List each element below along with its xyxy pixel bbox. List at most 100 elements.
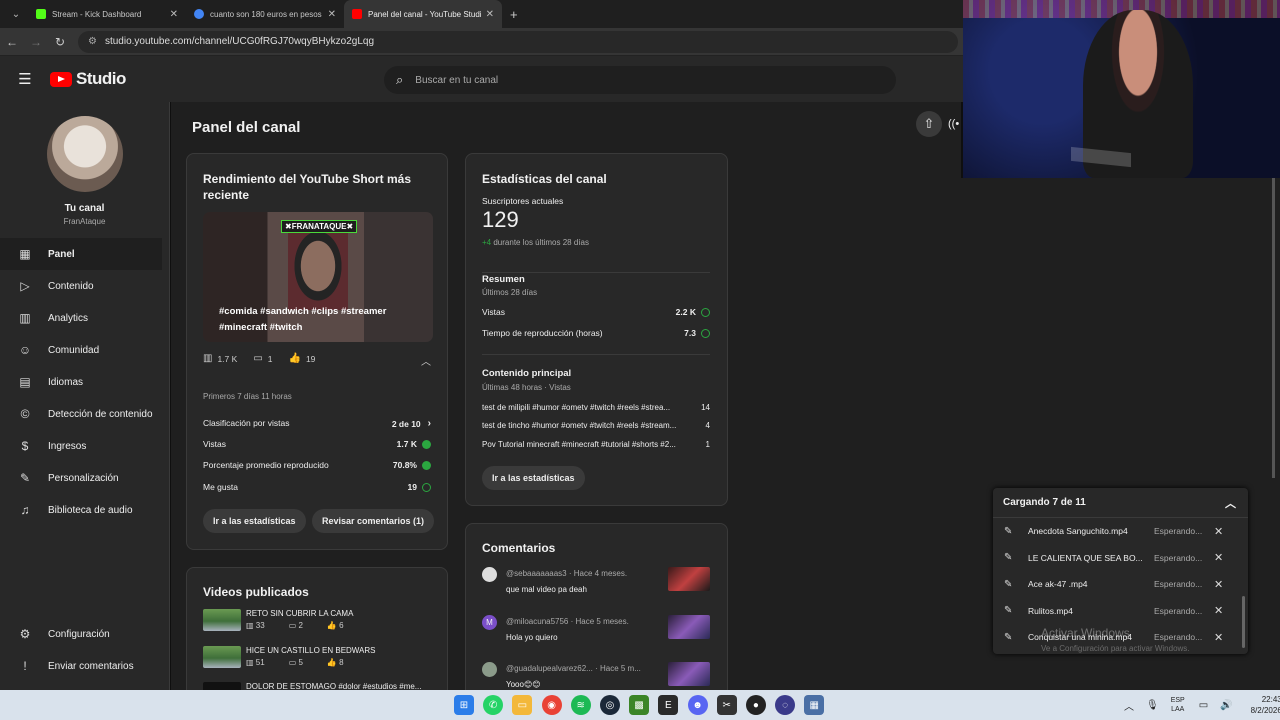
sidebar-item-panel[interactable]: ▦ Panel xyxy=(0,238,162,270)
avatar xyxy=(482,567,497,582)
top-content-title: Contenido principal xyxy=(482,368,572,379)
channel-avatar[interactable] xyxy=(47,116,123,192)
forward-arrow-icon[interactable]: → xyxy=(24,35,48,49)
short-thumbnail[interactable]: ✖FRANATAQUE✖ #comida #sandwich #clips #s… xyxy=(203,212,433,342)
comment-item[interactable]: M @miloacuna5756 · Hace 5 meses. Hola yo… xyxy=(482,615,712,649)
comment-item[interactable]: @sebaaaaaaas3 · Hace 4 meses. que mal vi… xyxy=(482,567,712,601)
edit-icon[interactable]: ✎ xyxy=(1004,526,1016,537)
browser-tab-google[interactable]: cuanto son 180 euros en pesos ✕ xyxy=(186,0,344,28)
upload-item[interactable]: ✎ Rulitos.mp4 Esperando... ✕ xyxy=(993,598,1248,625)
tab-search-button[interactable]: ⌄ xyxy=(4,4,28,24)
close-tab-icon[interactable]: ✕ xyxy=(170,9,178,20)
sidebar-item-enviar[interactable]: ! Enviar comentarios xyxy=(0,650,170,682)
subscribers-value: 129 xyxy=(482,207,519,232)
collapse-chevron-icon[interactable]: ︿ xyxy=(421,353,431,368)
spotify-icon[interactable]: ≋ xyxy=(570,695,591,715)
whatsapp-icon[interactable]: ✆ xyxy=(483,695,504,715)
sidebar: Tu canal FranAtaque ▦ Panel ▷ Contenido ▥ Ana… xyxy=(0,102,170,690)
card-title: Estadísticas del canal xyxy=(482,172,607,186)
ranking-row[interactable]: Clasificación por vistas 2 de 10 › xyxy=(203,418,431,429)
upload-panel-header[interactable]: Cargando 7 de 11 ︿ xyxy=(993,488,1248,518)
search-input[interactable]: ⌕ Buscar en tu canal xyxy=(384,66,896,94)
sidebar-item-analytics[interactable]: ▥ Analytics xyxy=(0,302,169,334)
row-label: Vistas xyxy=(203,439,226,449)
microphone-icon[interactable]: 🎙 xyxy=(1146,700,1159,711)
upload-icon[interactable]: ⇧ xyxy=(916,111,942,137)
upload-list-scrollbar[interactable] xyxy=(1242,596,1245,648)
go-to-analytics-button[interactable]: Ir a las estadísticas xyxy=(203,509,306,533)
go-live-icon[interactable]: ((• xyxy=(948,111,962,137)
app-icon[interactable]: ◌ xyxy=(775,695,796,715)
new-tab-icon[interactable]: + xyxy=(510,7,518,22)
reload-icon[interactable]: ↻ xyxy=(48,35,72,49)
sidebar-item-contenido[interactable]: ▷ Contenido xyxy=(0,270,169,302)
sidebar-item-personalización[interactable]: ✎ Personalización xyxy=(0,462,169,494)
review-comments-button[interactable]: Revisar comentarios (1) xyxy=(312,509,435,533)
edit-icon[interactable]: ✎ xyxy=(1004,579,1016,590)
close-icon[interactable]: ✕ xyxy=(1214,525,1223,538)
sidebar-item-configuración[interactable]: ⚙ Configuración xyxy=(0,618,170,650)
close-tab-icon[interactable]: ✕ xyxy=(328,9,336,20)
close-icon[interactable]: ✕ xyxy=(1214,604,1223,617)
capcut-icon[interactable]: ✂ xyxy=(716,695,737,715)
close-tab-icon[interactable]: ✕ xyxy=(486,9,494,20)
close-icon[interactable]: ✕ xyxy=(1214,631,1223,644)
sidebar-item-label: Analytics xyxy=(48,312,89,324)
clock[interactable]: 22:43 8/2/2026 xyxy=(1251,694,1280,716)
subscribers-delta-row: +4 durante los últimos 28 días xyxy=(482,238,589,247)
list-item[interactable]: RETO SIN CUBRIR LA CAMA ▥ 33 ▭ 2 👍 6 xyxy=(203,609,368,631)
language-indicator[interactable]: ESP LAA xyxy=(1171,696,1185,714)
sidebar-item-biblioteca[interactable]: ♫ Biblioteca de audio xyxy=(0,494,169,526)
close-icon[interactable]: ✕ xyxy=(1214,578,1223,591)
discord-icon[interactable]: ☻ xyxy=(687,695,708,715)
list-item[interactable]: DOLOR DE ESTOMAGO #dolor #estudios #me..… xyxy=(203,682,421,690)
epic-games-icon[interactable]: E xyxy=(658,695,679,715)
edit-icon[interactable]: ✎ xyxy=(1004,605,1016,616)
edit-icon[interactable]: ✎ xyxy=(1004,632,1016,643)
sidebar-item-detección[interactable]: © Detección de contenido xyxy=(0,398,169,430)
obs-icon[interactable]: ● xyxy=(745,695,766,715)
go-to-analytics-button[interactable]: Ir a las estadísticas xyxy=(482,466,585,490)
upload-item[interactable]: ✎ Anecdota Sanguchito.mp4 Esperando... ✕ xyxy=(993,518,1248,545)
network-icon[interactable]: ▭ xyxy=(1199,700,1208,711)
table-row[interactable]: test de tincho #humor #ometv #twitch #re… xyxy=(482,421,710,430)
edit-icon[interactable]: ✎ xyxy=(1004,552,1016,563)
card-title: Rendimiento del YouTube Short más recien… xyxy=(203,172,412,202)
minecraft-icon[interactable]: ▩ xyxy=(629,695,650,715)
sidebar-item-label: Ingresos xyxy=(48,440,87,452)
chevron-up-icon[interactable]: ︿ xyxy=(1124,698,1134,713)
close-icon[interactable]: ✕ xyxy=(1214,551,1223,564)
collapse-chevron-icon[interactable]: ︿ xyxy=(1225,495,1236,511)
period-label: Primeros 7 días 11 horas xyxy=(203,392,292,401)
browser-tab-youtube-studio[interactable]: Panel del canal - YouTube Studio ✕ xyxy=(344,0,502,28)
sidebar-item-label: Enviar comentarios xyxy=(48,660,134,672)
upload-item[interactable]: ✎ Ace ak-47 .mp4 Esperando... ✕ xyxy=(993,571,1248,598)
menu-icon[interactable]: ☰ xyxy=(0,70,50,88)
table-row[interactable]: Pov Tutorial minecraft #minecraft #tutor… xyxy=(482,440,710,449)
page-scrollbar[interactable] xyxy=(1272,178,1275,478)
search-icon: ⌕ xyxy=(396,72,404,87)
comment-item[interactable]: @guadalupealvarez62... · Hace 5 m... Yoo… xyxy=(482,662,712,690)
sidebar-item-ingresos[interactable]: $ Ingresos xyxy=(0,430,169,462)
studio-logo[interactable]: Studio xyxy=(50,69,126,89)
calculator-icon[interactable]: ▦ xyxy=(804,695,825,715)
list-item[interactable]: HICE UN CASTILLO EN BEDWARS ▥ 51 ▭ 5 👍 8 xyxy=(203,646,376,668)
youtube-favicon-icon xyxy=(352,9,362,19)
upload-item[interactable]: ✎ LE CALIENTA QUE SEA BO... Esperando... ✕ xyxy=(993,545,1248,572)
file-explorer-icon[interactable]: ▭ xyxy=(512,695,533,715)
windows-start-icon[interactable]: ⊞ xyxy=(454,695,474,715)
likes-value: 8 xyxy=(339,658,344,667)
site-info-icon[interactable]: ⚙ xyxy=(88,36,97,47)
table-row[interactable]: test de milipili #humor #ometv #twitch #… xyxy=(482,403,710,412)
browser-tab-kick[interactable]: Stream - Kick Dashboard ✕ xyxy=(28,0,186,28)
sidebar-item-comunidad[interactable]: ☺ Comunidad xyxy=(0,334,169,366)
steam-icon[interactable]: ◎ xyxy=(599,695,620,715)
back-arrow-icon[interactable]: ← xyxy=(0,35,24,49)
chrome-icon[interactable]: ◉ xyxy=(541,695,562,715)
comments-value: 1 xyxy=(267,353,273,364)
views-value: 51 xyxy=(255,658,265,667)
url-bar[interactable]: ⚙ studio.youtube.com/channel/UCG0fRGJ70w… xyxy=(78,30,958,53)
sidebar-item-idiomas[interactable]: ▤ Idiomas xyxy=(0,366,169,398)
settings-icon: ⚙ xyxy=(19,627,31,641)
volume-icon[interactable]: 🔊 xyxy=(1220,700,1232,711)
